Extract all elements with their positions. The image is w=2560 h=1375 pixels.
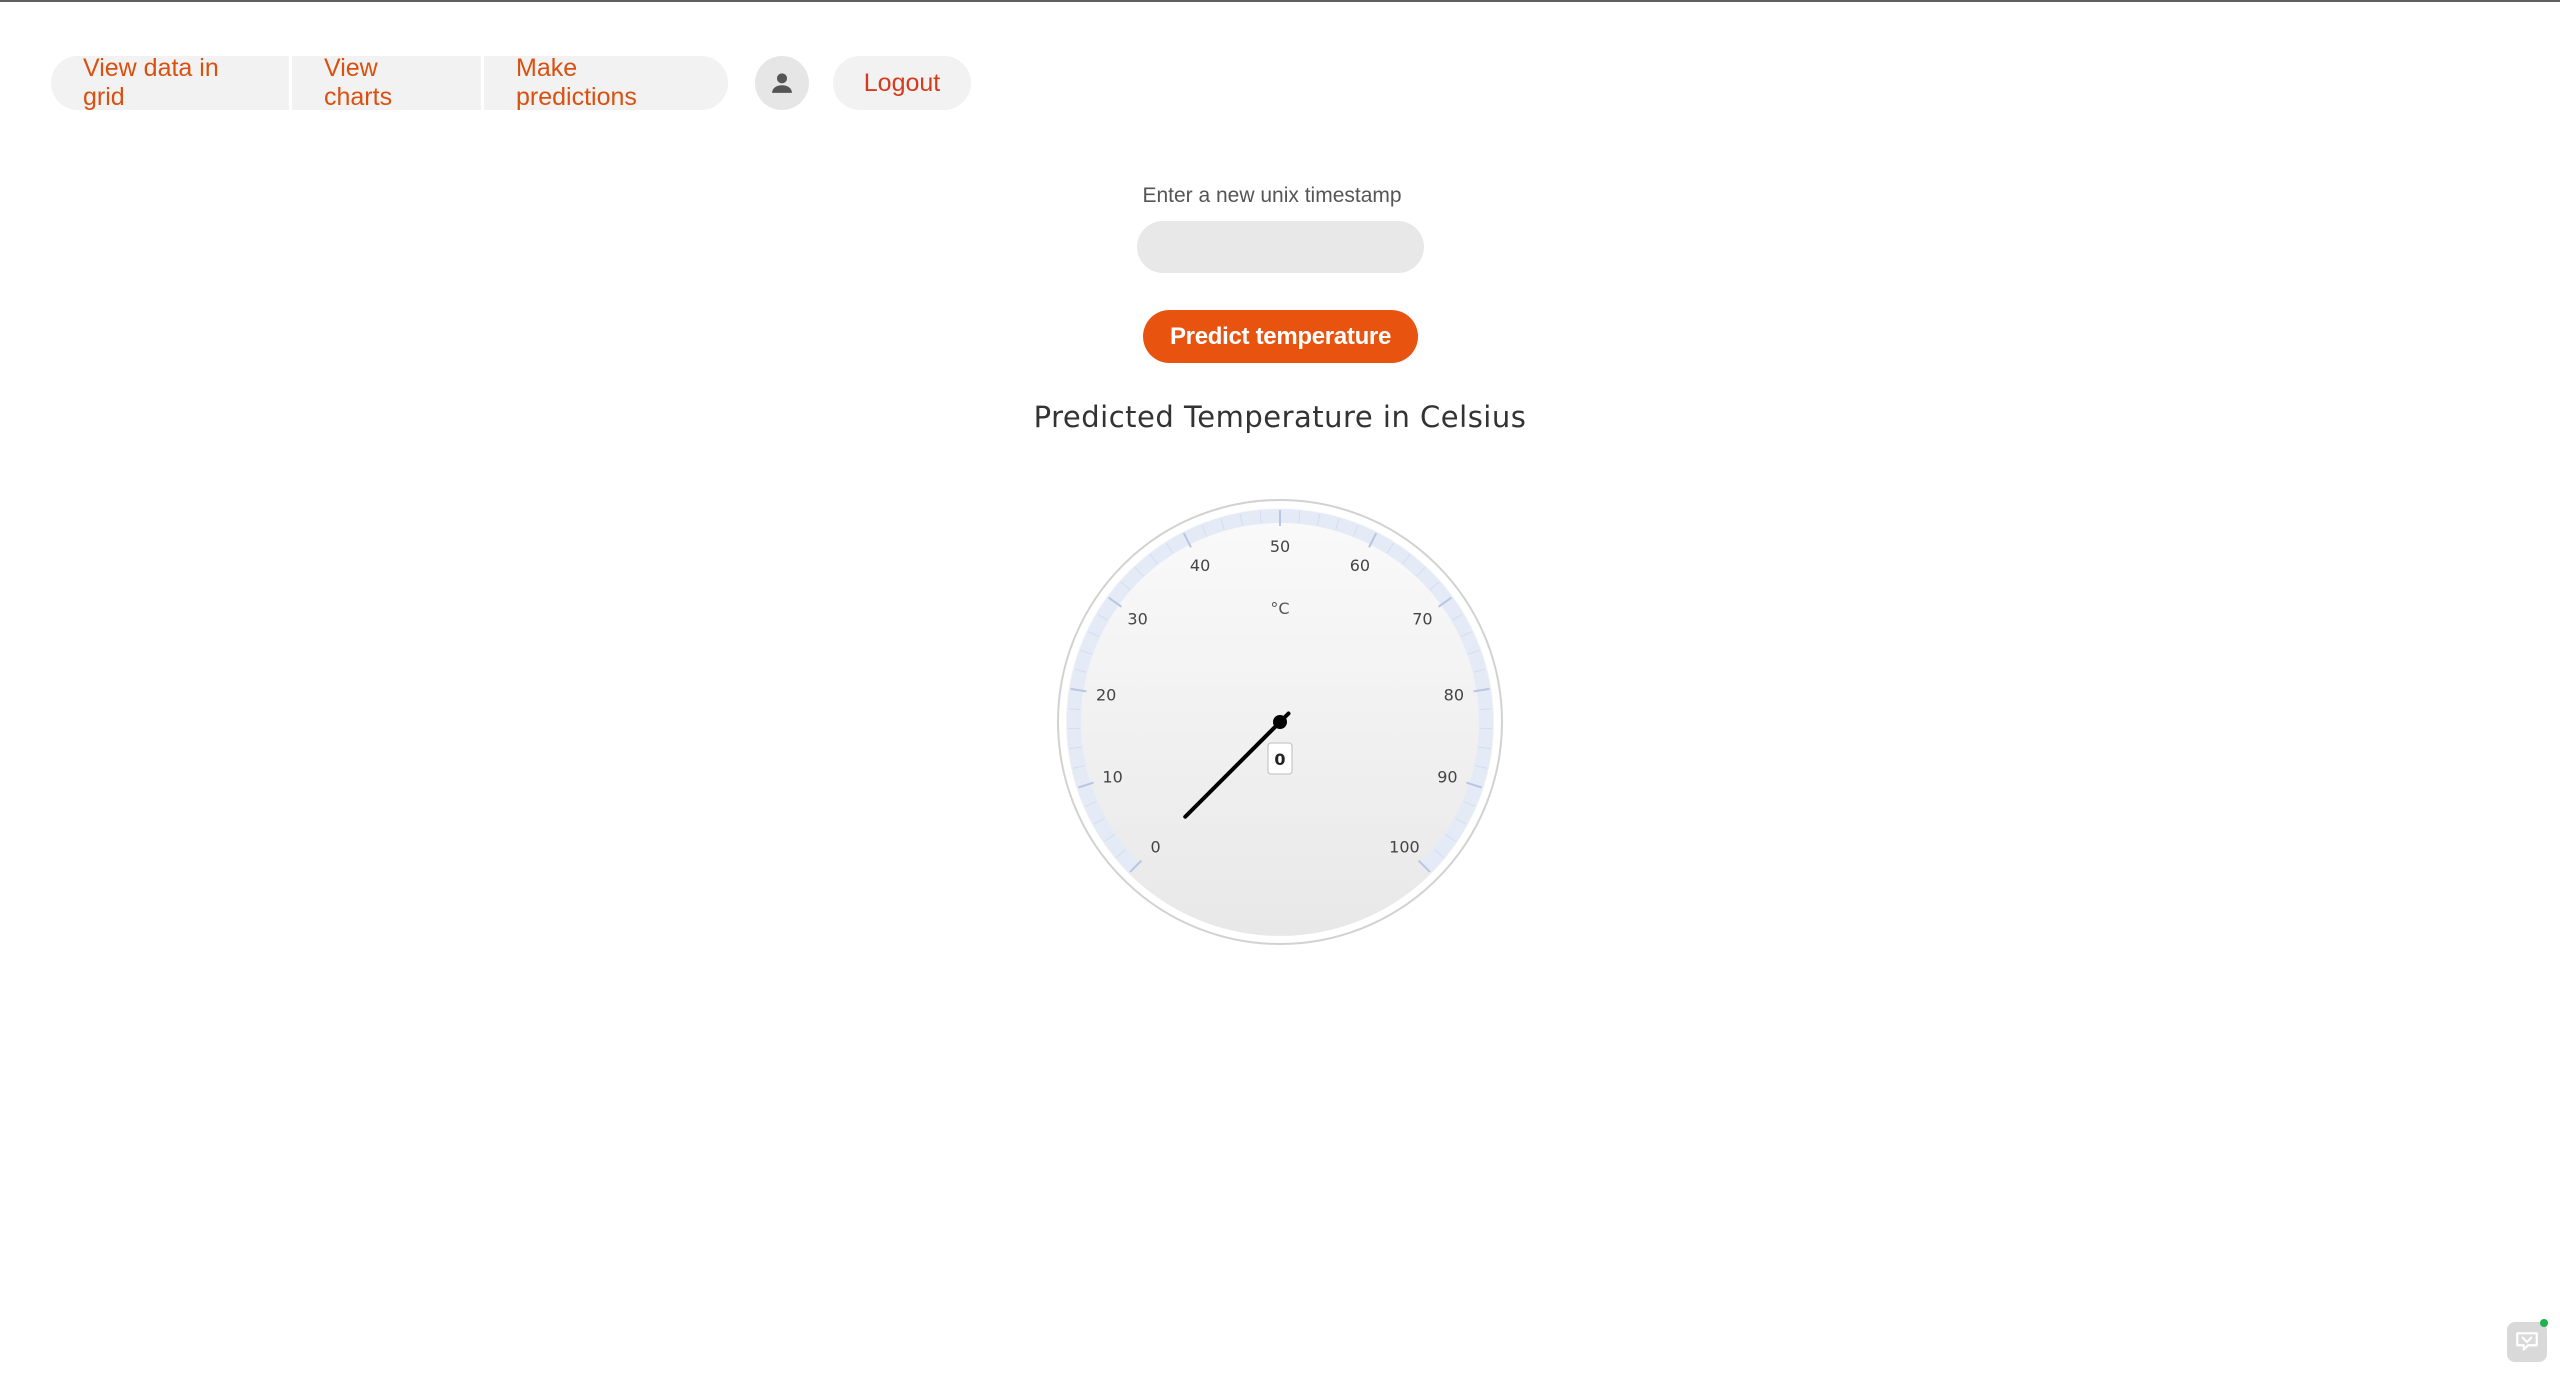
chat-status-dot [2540, 1319, 2548, 1327]
gauge-tick-label: 80 [1444, 685, 1464, 704]
gauge-tick-label: 20 [1096, 685, 1116, 704]
chat-widget-button[interactable] [2507, 1319, 2548, 1362]
view-charts-button[interactable]: View charts [289, 56, 481, 110]
gauge-tick-label: 40 [1190, 556, 1210, 575]
gauge-tick-label: 30 [1127, 610, 1147, 629]
top-navigation: View data in grid View charts Make predi… [51, 56, 971, 110]
predict-temperature-button[interactable]: Predict temperature [1143, 310, 1418, 363]
view-data-in-grid-button[interactable]: View data in grid [51, 56, 289, 110]
gauge-tick-label: 90 [1437, 767, 1457, 786]
chat-widget-icon [2516, 1332, 2538, 1351]
gauge-tick-label: 100 [1389, 837, 1420, 856]
gauge-tick-label: 70 [1412, 610, 1432, 629]
gauge-unit: °C [1270, 599, 1289, 618]
gauge-needle-hub [1273, 715, 1287, 729]
user-avatar-button[interactable] [755, 56, 809, 110]
user-icon [772, 73, 792, 93]
logout-button[interactable]: Logout [833, 56, 971, 110]
timestamp-input[interactable] [1137, 221, 1424, 273]
gauge-title: Predicted Temperature in Celsius [1033, 400, 1527, 434]
nav-button-group: View data in grid View charts Make predi… [51, 56, 728, 110]
top-border [0, 0, 2560, 2]
make-predictions-button[interactable]: Make predictions [481, 56, 728, 110]
temperature-gauge: 0 10 20 30 40 50 60 70 80 90 100 °C 0 [1057, 499, 1503, 945]
gauge-value-label: 0 [1274, 750, 1285, 769]
timestamp-label: Enter a new unix timestamp [1142, 184, 1402, 207]
gauge-tick-label: 0 [1150, 837, 1160, 856]
gauge-tick-label: 60 [1350, 556, 1370, 575]
gauge-tick-label: 50 [1270, 537, 1290, 556]
gauge-tick-label: 10 [1102, 767, 1122, 786]
